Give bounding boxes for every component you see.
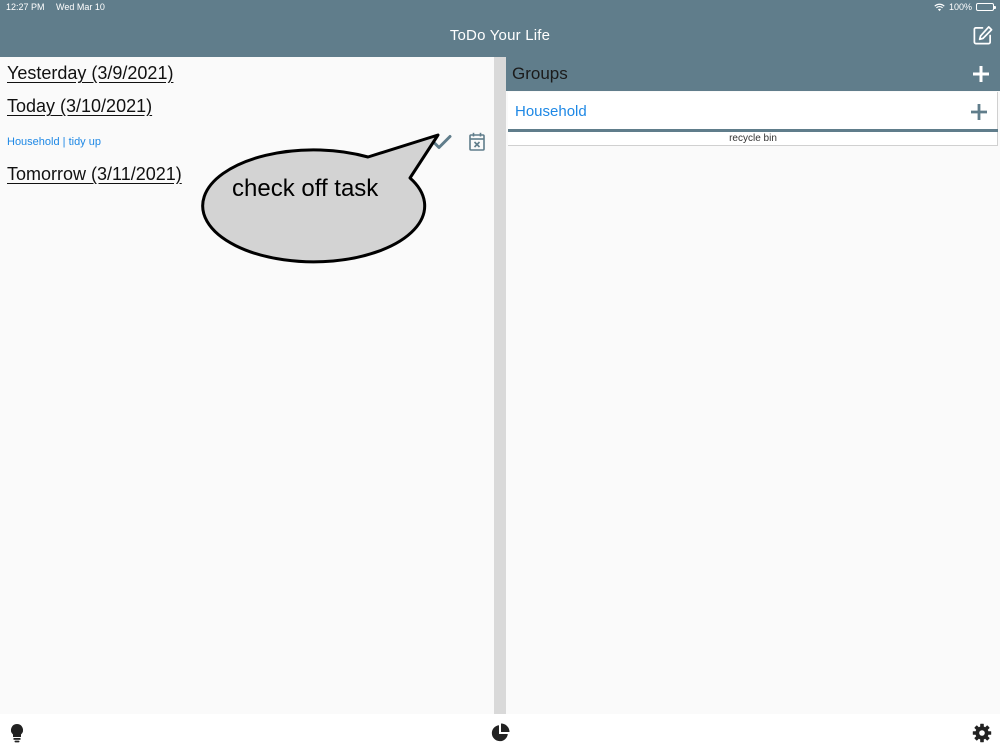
- wifi-icon: [934, 3, 945, 11]
- plus-icon: [973, 66, 989, 82]
- group-card-household: Household recycle bin: [508, 92, 998, 146]
- status-bar: 12:27 PM Wed Mar 10 100%: [0, 0, 1000, 14]
- battery-icon: [976, 3, 996, 11]
- status-time: 12:27 PM: [6, 2, 45, 12]
- compose-button[interactable]: [970, 23, 994, 47]
- stats-button[interactable]: [490, 723, 510, 743]
- status-date: Wed Mar 10: [56, 2, 105, 12]
- gear-icon: [972, 723, 992, 743]
- status-left: 12:27 PM Wed Mar 10: [6, 2, 114, 12]
- pane-divider[interactable]: [494, 57, 506, 714]
- recycle-bin[interactable]: recycle bin: [508, 132, 998, 146]
- day-heading-yesterday[interactable]: Yesterday (3/9/2021): [7, 63, 173, 84]
- add-group-button[interactable]: [970, 63, 992, 85]
- nav-bar: ToDo Your Life: [0, 14, 1000, 57]
- status-right: 100%: [934, 2, 996, 12]
- app-title: ToDo Your Life: [449, 27, 551, 44]
- bottom-toolbar: [0, 714, 1000, 750]
- postpone-task-button[interactable]: [468, 130, 486, 152]
- calendar-x-icon: [469, 132, 485, 151]
- battery-percent: 100%: [948, 2, 972, 12]
- tips-button[interactable]: [8, 723, 28, 743]
- groups-header: Groups: [506, 57, 1000, 91]
- group-name[interactable]: Household: [515, 103, 587, 120]
- day-heading-today[interactable]: Today (3/10/2021): [7, 96, 152, 117]
- compose-icon: [973, 25, 992, 44]
- pie-chart-icon: [491, 723, 510, 742]
- groups-title: Groups: [512, 64, 568, 83]
- lightbulb-icon: [10, 723, 24, 743]
- plus-icon: [971, 104, 987, 120]
- add-task-button[interactable]: [969, 102, 989, 122]
- callout-text: check off task: [232, 175, 379, 202]
- task-label[interactable]: Household | tidy up: [7, 133, 101, 151]
- groups-pane: Groups Household recycle bin: [506, 57, 1000, 714]
- day-heading-tomorrow[interactable]: Tomorrow (3/11/2021): [7, 164, 182, 185]
- settings-button[interactable]: [972, 723, 992, 743]
